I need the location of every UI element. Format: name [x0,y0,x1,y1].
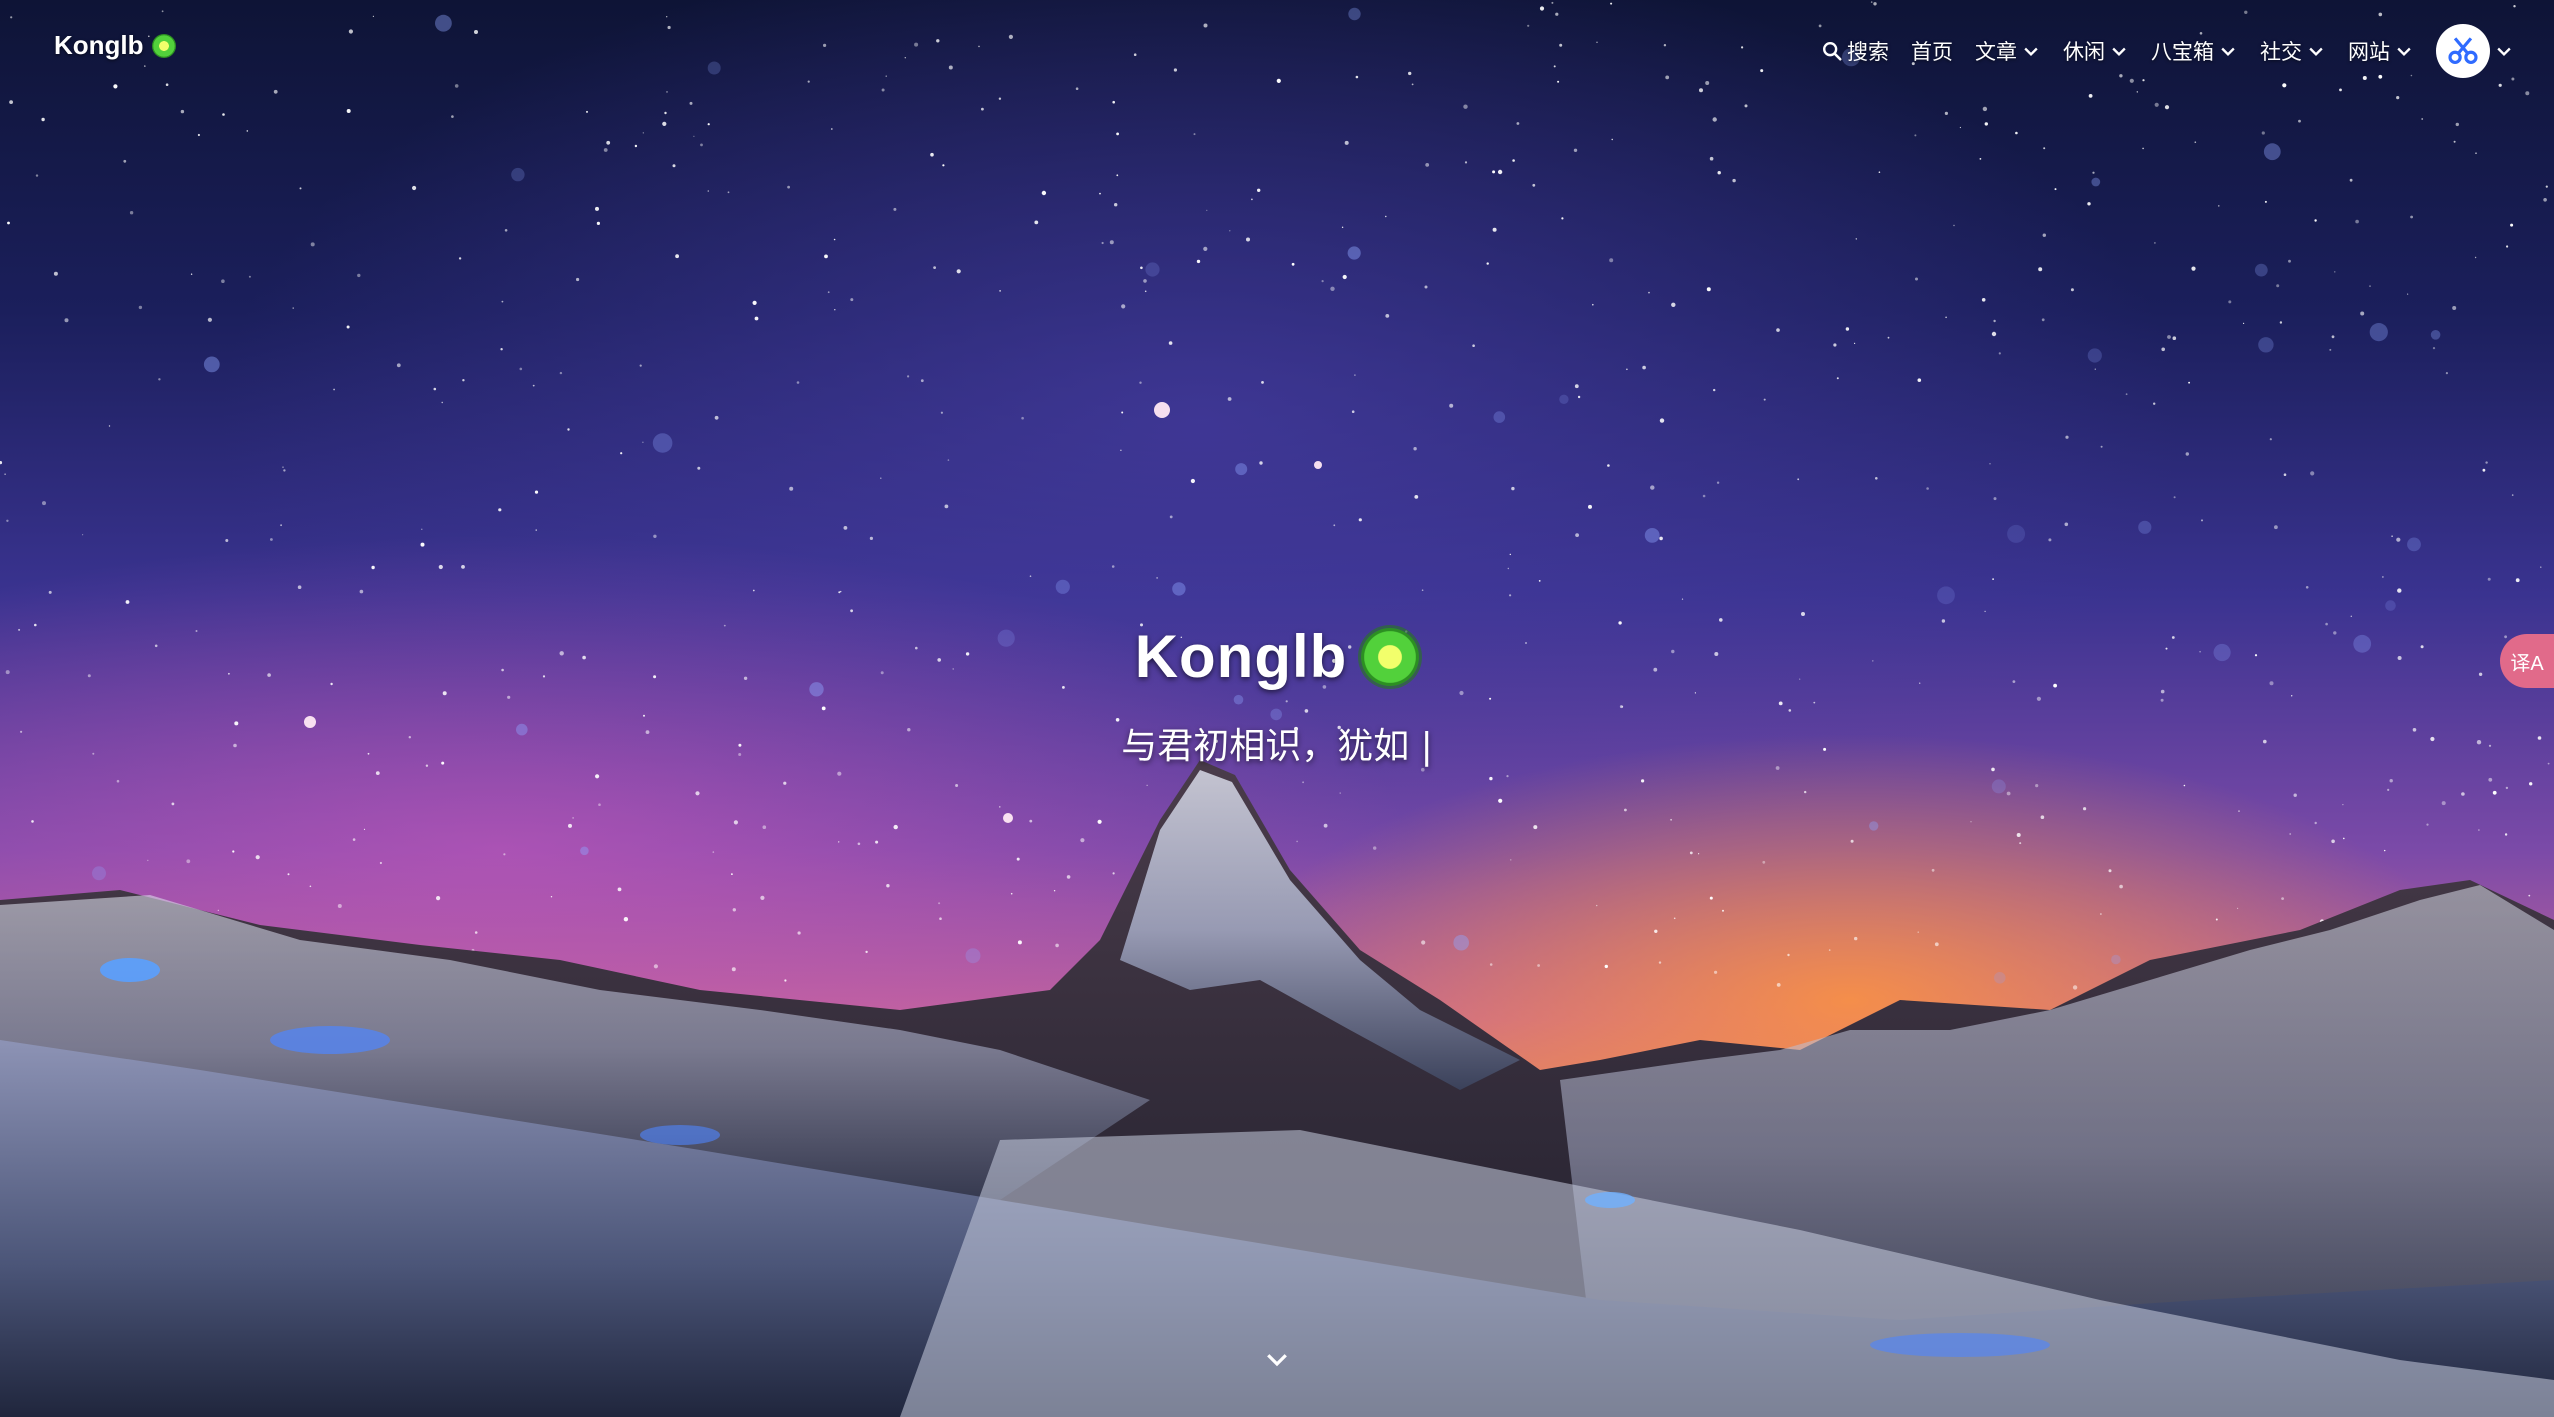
nav-website[interactable]: 网站 [2348,36,2414,66]
nav-social-label: 社交 [2260,41,2302,64]
top-navigation: Konglb 搜索 首页 文章 休闲 八宝箱 社交 网站 [0,0,2554,100]
nav-treasure-label: 八宝箱 [2151,41,2214,64]
search-icon [1823,42,1842,61]
chevron-down-icon [2024,47,2038,56]
nav-home[interactable]: 首页 [1911,36,1953,66]
typing-cursor: | [1420,726,1433,767]
nav-home-label: 首页 [1911,41,1953,64]
kiwi-icon [1361,627,1420,686]
nav-website-label: 网站 [2348,41,2390,64]
scroll-down-chevron-icon[interactable] [1262,1344,1292,1374]
nav-search[interactable]: 搜索 [1821,36,1889,66]
chevron-down-icon [2112,47,2126,56]
nav-social[interactable]: 社交 [2260,36,2326,66]
hero-subtitle: 与君初相识，犹如 | [0,717,2554,769]
translate-button[interactable]: 译A [2500,634,2554,688]
scissors-icon [2448,37,2478,64]
site-logo[interactable]: Konglb [54,30,176,61]
nav-articles-label: 文章 [1975,41,2017,64]
nav-leisure-label: 休闲 [2063,41,2105,64]
nav-treasure-box[interactable]: 八宝箱 [2151,36,2238,66]
user-menu[interactable] [2436,24,2514,78]
logo-text: Konglb [54,30,144,60]
avatar[interactable] [2436,24,2490,78]
nav-search-label: 搜索 [1847,41,1889,64]
hero-title: Konglb [1135,622,1420,691]
nav-leisure[interactable]: 休闲 [2063,36,2129,66]
hero-background: Konglb 搜索 首页 文章 休闲 八宝箱 社交 网站 Konglb 与君初相… [0,0,2554,1417]
chevron-down-icon [2221,47,2235,56]
kiwi-icon [151,33,176,58]
chevron-down-icon [2309,47,2323,56]
hero-section: Konglb 与君初相识，犹如 | [0,622,2554,769]
chevron-down-icon [2397,47,2411,56]
chevron-down-icon [2497,47,2511,56]
nav-articles[interactable]: 文章 [1975,36,2041,66]
hero-title-text: Konglb [1134,623,1348,690]
translate-icon: 译A [2510,652,2544,675]
nav-menu: 搜索 首页 文章 休闲 八宝箱 社交 网站 [1821,24,2514,78]
typing-text: 与君初相识，犹如 [1121,726,1410,767]
